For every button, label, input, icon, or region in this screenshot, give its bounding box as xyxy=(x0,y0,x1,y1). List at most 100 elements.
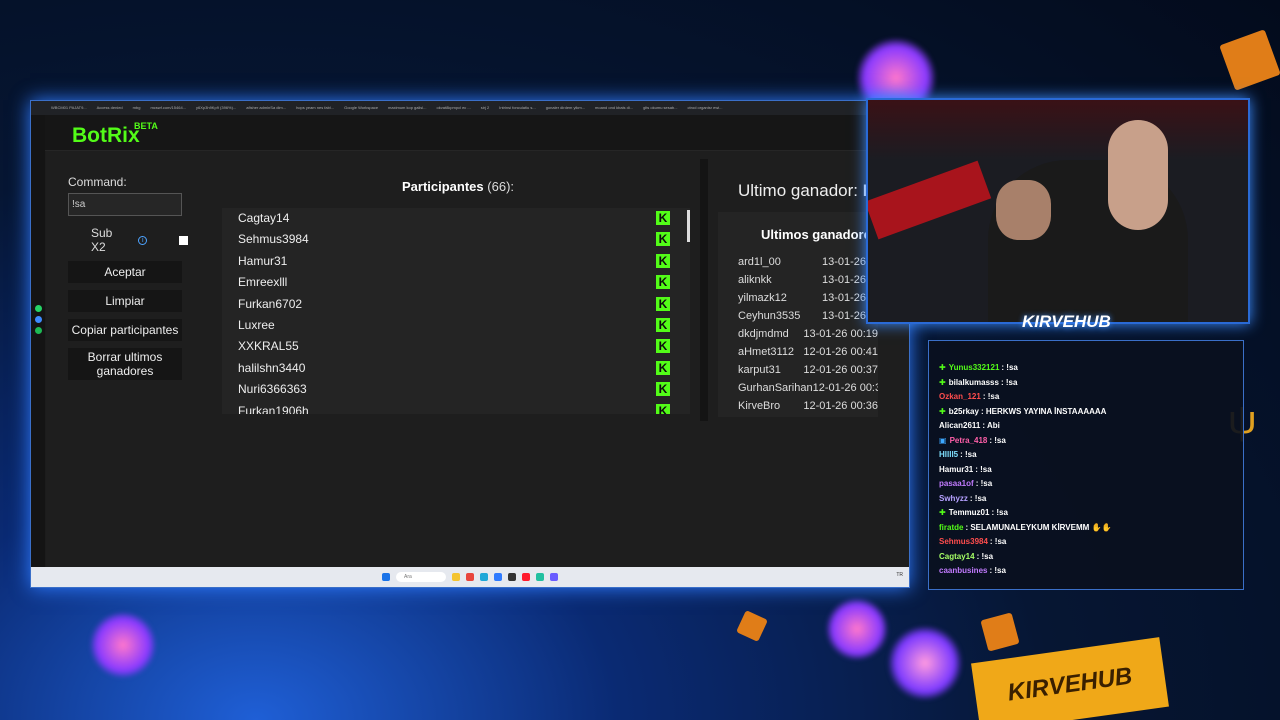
bookmark-item[interactable]: mbg xyxy=(133,101,141,115)
messenger-icon[interactable] xyxy=(34,316,42,323)
chat-username[interactable]: firatde xyxy=(939,523,963,532)
winner-row: aHmet3112 12-01-26 00:41 xyxy=(718,346,878,364)
kick-icon: K xyxy=(656,382,670,397)
chat-badge-icon: ✚ xyxy=(939,508,946,517)
bookmark-item[interactable]: moand ond kbals di... xyxy=(595,101,633,115)
edge-icon[interactable] xyxy=(480,573,488,581)
sub-x2-checkbox[interactable] xyxy=(179,235,188,245)
chat-badge-icon: ✚ xyxy=(939,377,946,387)
app-icon[interactable] xyxy=(536,573,544,581)
app-icon[interactable] xyxy=(550,573,558,581)
controls-panel: Command: Sub X2 i Aceptar Limpiar Copiar… xyxy=(68,175,188,380)
bookmark-item[interactable]: sirj 2 xyxy=(481,101,489,115)
webcam-light xyxy=(868,160,992,240)
bookmark-item[interactable]: Google Workspace xyxy=(344,101,378,115)
chat-username[interactable]: caanbusines xyxy=(939,566,987,575)
chat-message: ✚ Yunus332121: !sa xyxy=(939,363,1111,378)
app-icon[interactable] xyxy=(508,573,516,581)
panel-divider xyxy=(700,159,708,421)
whatsapp-icon[interactable] xyxy=(34,305,42,312)
chat-message: ✚ b25rkay: HERKWS YAYINA İNSTAAAAAA xyxy=(939,407,1111,422)
chat-text: : SELAMUNALEYKUM KİRVEMM ✋✋ xyxy=(965,522,1112,532)
winner-date: 13-01-26 xyxy=(822,274,867,286)
winner-row: KirveBro 12-01-26 00:36 xyxy=(718,400,878,417)
chat-username[interactable]: bilalkumasss xyxy=(949,378,999,387)
winners-list: ard1l_00 13-01-26 aliknkk 13-01-26 yilmazk12… xyxy=(718,256,878,417)
participant-name: Furkan6702 xyxy=(238,296,303,311)
clear-button[interactable]: Limpiar xyxy=(68,290,182,312)
chrome-icon[interactable] xyxy=(466,573,474,581)
chat-username[interactable]: pasaa1of xyxy=(939,479,974,488)
taskbar-search[interactable]: Ara xyxy=(396,572,446,582)
bookmark-item[interactable]: okvat8kpmpcl ec ... xyxy=(437,101,471,115)
participants-list: Cagtay14 K Sehmus3984 K Hamur31 K Emreexlll K Fu… xyxy=(222,208,690,414)
bookmark-item[interactable]: afisher adminSa dim... xyxy=(246,101,286,115)
delete-winners-button[interactable]: Borrar ultimos ganadores xyxy=(68,348,182,380)
system-tray[interactable]: TR xyxy=(896,572,903,578)
app-icon[interactable] xyxy=(494,573,502,581)
accept-button[interactable]: Aceptar xyxy=(68,261,182,283)
chat-username[interactable]: Cagtay14 xyxy=(939,552,975,561)
participant-name: Hamur31 xyxy=(238,253,288,268)
chat-username[interactable]: Ozkan_121 xyxy=(939,392,981,401)
participant-name: Emreexlll xyxy=(238,275,288,290)
spotify-icon[interactable] xyxy=(34,327,42,334)
chat-message: Swhyzz: !sa xyxy=(939,494,1111,509)
winner-name: KirveBro xyxy=(738,400,781,412)
bookmark-item[interactable]: ctrod organisr ewi... xyxy=(688,101,723,115)
bookmark-item[interactable]: Intrinsi fonculatiu s... xyxy=(499,101,535,115)
chat-text: : !sa xyxy=(982,392,1000,401)
chat-username[interactable]: b25rkay xyxy=(949,407,979,416)
bookmark-item[interactable]: maximum kop galisl... xyxy=(388,101,426,115)
chat-username[interactable]: Hamur31 xyxy=(939,465,973,474)
chat-message: ✚ bilalkumasss: !sa xyxy=(939,378,1111,393)
participant-name: XXKRAL55 xyxy=(238,339,299,354)
chat-username[interactable]: Sehmus3984 xyxy=(939,537,988,546)
chat-panel: ✚ Yunus332121: !sa ✚ bilalkumasss: !sa Ozkan… xyxy=(928,340,1244,590)
participant-row: Furkan6702 K xyxy=(222,294,690,315)
bookmark-item[interactable]: glts okumu sesab... xyxy=(643,101,677,115)
bookmark-item[interactable]: hops yeam nes fabl... xyxy=(296,101,334,115)
chat-username[interactable]: Alican2611 xyxy=(939,421,980,430)
participant-row: Cagtay14 K xyxy=(222,208,690,229)
browser-sidebar xyxy=(31,115,45,569)
participants-title: Participantes (66): xyxy=(402,179,515,194)
app-header: BotRix BETA xyxy=(45,115,909,151)
winner-date: 13-01-26 xyxy=(822,292,867,304)
winner-date: 13-01-26 00:19 xyxy=(803,328,878,340)
opera-icon[interactable] xyxy=(522,573,530,581)
streamer-hand xyxy=(1108,120,1168,230)
participant-name: Cagtay14 xyxy=(238,211,290,225)
chat-username[interactable]: Temmuz01 xyxy=(949,508,990,517)
chat-username[interactable]: Hllll5 xyxy=(939,450,958,459)
command-input[interactable] xyxy=(68,193,182,216)
participant-row: Luxree K xyxy=(222,315,690,336)
kick-icon: K xyxy=(656,403,670,414)
sub-x2-label: Sub X2 xyxy=(91,226,113,254)
bookmark-item[interactable]: Access denied xyxy=(97,101,123,115)
chat-message: ▣ Petra_418: !sa xyxy=(939,436,1111,451)
start-icon[interactable] xyxy=(382,573,390,581)
info-icon[interactable]: i xyxy=(138,235,148,245)
participant-name: Sehmus3984 xyxy=(238,232,309,247)
participant-row: Furkan1906h K xyxy=(222,401,690,414)
participant-row: Nuri6366363 K xyxy=(222,379,690,400)
botrix-logo[interactable]: BotRix BETA xyxy=(72,121,158,148)
folder-icon[interactable] xyxy=(452,573,460,581)
bookmark-item[interactable]: WBCM01 PAJAT9... xyxy=(51,101,87,115)
bookmark-item[interactable]: mcswf.com/15464... xyxy=(150,101,186,115)
chat-username[interactable]: Yunus332121 xyxy=(949,363,1000,372)
copy-participants-button[interactable]: Copiar participantes xyxy=(68,319,182,341)
participants-scrollbar[interactable] xyxy=(687,210,690,242)
participant-name: Luxree xyxy=(238,317,275,332)
kick-icon: K xyxy=(656,253,670,268)
chat-text: : !sa xyxy=(989,435,1006,445)
winner-date: 12-01-26 00:36 xyxy=(812,382,878,394)
chat-text: : HERKWS YAYINA İNSTAAAAAA xyxy=(980,406,1107,416)
chat-text: : !sa xyxy=(975,479,993,488)
bookmark-item[interactable]: y6Xp3h9Kp9 (396%)... xyxy=(196,101,236,115)
chat-username[interactable]: Petra_418 xyxy=(950,436,988,445)
chat-username[interactable]: Swhyzz xyxy=(939,494,968,503)
chat-message: firatde: SELAMUNALEYKUM KİRVEMM ✋✋ xyxy=(939,523,1111,538)
bookmark-item[interactable]: gonaler dirdem yikm... xyxy=(546,101,585,115)
